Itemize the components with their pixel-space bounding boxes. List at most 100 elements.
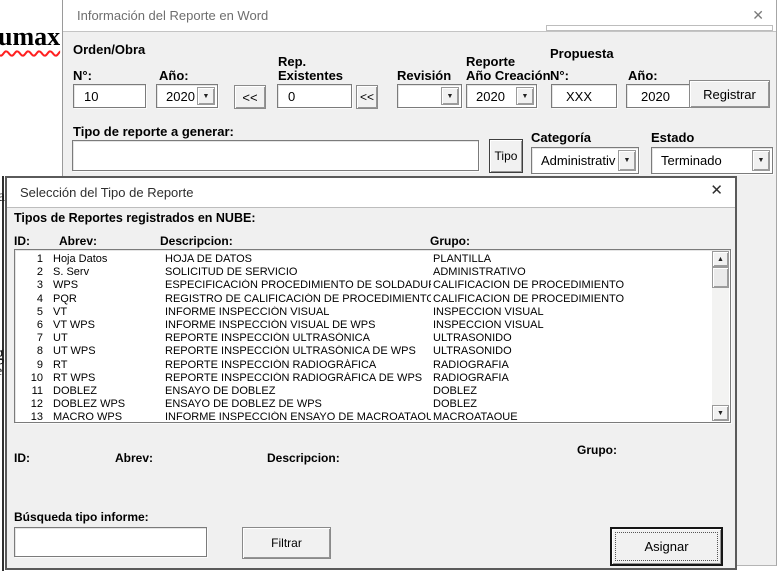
rep-existentes-label-1: Rep. <box>278 54 306 69</box>
estado-label: Estado <box>651 130 694 145</box>
orden-n-label: N°: <box>73 68 92 83</box>
list-subtitle: Tipos de Reportes registrados en NUBE: <box>14 211 256 225</box>
vertical-scrollbar[interactable]: ▲ ▼ <box>712 251 729 421</box>
tipo-reporte-generar-label: Tipo de reporte a generar: <box>73 124 234 139</box>
cell-grupo: DOBLEZ <box>433 385 709 398</box>
revision-combobox[interactable]: ▼ <box>397 84 462 108</box>
list-item[interactable]: 5VTINFORME INSPECCIÓN VISUALINSPECCION V… <box>17 306 711 319</box>
list-item[interactable]: 13 MACRO WPS INFORME INSPECCIÓN ENSAYO DE … <box>17 411 711 420</box>
list-item[interactable]: 9RTREPORTE INSPECCIÓN RADIOGRÁFICARADIOG… <box>17 359 711 372</box>
cell-abrev: UT WPS <box>53 345 96 358</box>
list-item[interactable]: 4PQRREGISTRO DE CALIFICACIÓN DE PROCEDIM… <box>17 293 711 306</box>
cell-desc: REPORTE INSPECCIÓN ULTRASÓNICA <box>165 332 431 345</box>
scroll-down-icon[interactable]: ▼ <box>712 405 729 421</box>
cell-grupo: INSPECCION VISUAL <box>433 319 709 332</box>
propuesta-n-input[interactable] <box>551 84 617 108</box>
background-text-fragment: e <box>0 364 2 380</box>
chevron-down-icon[interactable]: ▼ <box>441 87 459 105</box>
propuesta-label: Propuesta <box>550 46 614 61</box>
detail-descripcion-label: Descripcion: <box>267 451 340 465</box>
cell-grupo: CALIFICACION DE PROCEDIMIENTO <box>433 279 709 292</box>
list-item[interactable]: 2 S. Serv SOLICITUD DE SERVICIOADMINISTRAT… <box>17 266 711 279</box>
cell-desc: SOLICITUD DE SERVICIO <box>165 266 431 279</box>
background-document-text: umax <box>0 22 60 52</box>
filtrar-button[interactable]: Filtrar <box>242 527 331 559</box>
reporte-creacion-label-1: Reporte <box>466 54 515 69</box>
cell-abrev: S. Serv <box>53 266 89 279</box>
list-item[interactable]: 11DOBLEZENSAYO DE DOBLEZDOBLEZ <box>17 385 711 398</box>
cell-id: 10 <box>17 372 43 385</box>
chevron-down-icon[interactable]: ▼ <box>197 87 215 105</box>
window-seleccion-tipo-reporte: Selección del Tipo de Reporte ✕ Tipos de… <box>5 176 737 570</box>
cell-desc: REPORTE INSPECCIÓN ULTRASÓNICA DE WPS <box>165 345 431 358</box>
cell-desc: ENSAYO DE DOBLEZ <box>165 385 431 398</box>
list-item[interactable]: 7UTREPORTE INSPECCIÓN ULTRASÓNICAULTRASO… <box>17 332 711 345</box>
categoria-combobox[interactable]: Administrativ ▼ <box>531 147 639 174</box>
cell-id: 2 <box>17 266 43 279</box>
copy-rep-button[interactable]: << <box>356 85 378 109</box>
orden-ano-combobox[interactable]: 2020 ▼ <box>156 84 218 108</box>
cell-abrev: VT WPS <box>53 319 95 332</box>
cell-desc: HOJA DE DATOS <box>165 253 431 266</box>
cell-abrev: MACRO WPS <box>53 411 122 420</box>
cell-desc: INFORME INSPECCIÓN VISUAL DE WPS <box>165 319 431 332</box>
estado-combobox[interactable]: Terminado ▼ <box>651 147 773 174</box>
cell-grupo: ULTRASONIDO <box>433 332 709 345</box>
chevron-down-icon[interactable]: ▼ <box>516 87 534 105</box>
cell-id: 11 <box>17 385 43 398</box>
list-item[interactable]: 3WPSESPECIFICACIÓN PROCEDIMIENTO DE SOLD… <box>17 279 711 292</box>
copy-orden-button[interactable]: << <box>234 85 266 109</box>
busqueda-label: Búsqueda tipo informe: <box>14 510 149 524</box>
report-type-list[interactable]: 1Hoja DatosHOJA DE DATOSPLANTILLA2 S. Ser… <box>14 249 731 423</box>
orden-n-input[interactable] <box>73 84 146 108</box>
revision-label: Revisión <box>397 68 451 83</box>
list-item[interactable]: 12DOBLEZ WPSENSAYO DE DOBLEZ DE WPSDOBLE… <box>17 398 711 411</box>
cell-abrev: RT <box>53 359 67 372</box>
cell-grupo: ADMINISTRATIVO <box>433 266 709 279</box>
cell-grupo: PLANTILLA <box>433 253 709 266</box>
hidden-control-edge <box>546 25 773 31</box>
cell-abrev: VT <box>53 306 67 319</box>
cell-grupo: RADIOGRAFIA <box>433 359 709 372</box>
list-item[interactable]: 1Hoja DatosHOJA DE DATOSPLANTILLA <box>17 253 711 266</box>
busqueda-input[interactable] <box>14 527 207 557</box>
chevron-down-icon[interactable]: ▼ <box>752 150 770 171</box>
cell-id: 5 <box>17 306 43 319</box>
tipo-reporte-generar-input[interactable] <box>72 140 479 171</box>
report-type-rows: 1Hoja DatosHOJA DE DATOSPLANTILLA2 S. Ser… <box>17 253 711 420</box>
window2-titlebar[interactable]: Selección del Tipo de Reporte ✕ <box>7 178 735 208</box>
scroll-up-icon[interactable]: ▲ <box>712 251 729 267</box>
reporte-ano-creacion-combobox[interactable]: 2020 ▼ <box>466 84 537 108</box>
cell-abrev: UT <box>53 332 68 345</box>
detail-grupo-label: Grupo: <box>577 443 617 457</box>
background-document-line <box>2 176 4 571</box>
list-item[interactable]: 8UT WPSREPORTE INSPECCIÓN ULTRASÓNICA DE… <box>17 345 711 358</box>
screen: umax a g e Información del Reporte en Wo… <box>0 0 779 576</box>
cell-id: 13 <box>17 411 43 420</box>
reporte-creacion-label-2: Año Creación <box>466 68 551 83</box>
cell-grupo: MACROATAQUE <box>433 411 709 420</box>
chevron-down-icon[interactable]: ▼ <box>618 150 636 171</box>
orden-obra-label: Orden/Obra <box>73 42 145 57</box>
propuesta-n-label: N°: <box>550 68 569 83</box>
column-header-id: ID: <box>14 234 30 248</box>
cell-desc: INFORME INSPECCIÓN VISUAL <box>165 306 431 319</box>
cell-desc: REPORTE INSPECCIÓN RADIOGRÁFICA DE WPS <box>165 372 431 385</box>
registrar-button[interactable]: Registrar <box>689 80 770 108</box>
asignar-button[interactable]: Asignar <box>610 527 723 566</box>
orden-ano-label: Año: <box>159 68 189 83</box>
detail-id-label: ID: <box>14 451 30 465</box>
window2-close-icon[interactable]: ✕ <box>710 184 723 198</box>
tipo-button[interactable]: Tipo <box>489 139 523 173</box>
cell-desc: REPORTE INSPECCIÓN RADIOGRÁFICA <box>165 359 431 372</box>
list-item[interactable]: 10 RT WPS REPORTE INSPECCIÓN RADIOGRÁFICA … <box>17 372 711 385</box>
cell-abrev: RT WPS <box>53 372 95 385</box>
rep-existentes-input[interactable] <box>277 84 352 108</box>
cell-desc: INFORME INSPECCIÓN ENSAYO DE MACROATAQUE… <box>165 411 431 420</box>
list-item[interactable]: 6VT WPSINFORME INSPECCIÓN VISUAL DE WPSI… <box>17 319 711 332</box>
window1-close-icon[interactable]: ✕ <box>752 8 764 22</box>
cell-grupo: DOBLEZ <box>433 398 709 411</box>
propuesta-ano-input[interactable] <box>626 84 690 108</box>
scrollbar-thumb[interactable] <box>712 267 729 288</box>
cell-grupo: ULTRASONIDO <box>433 345 709 358</box>
